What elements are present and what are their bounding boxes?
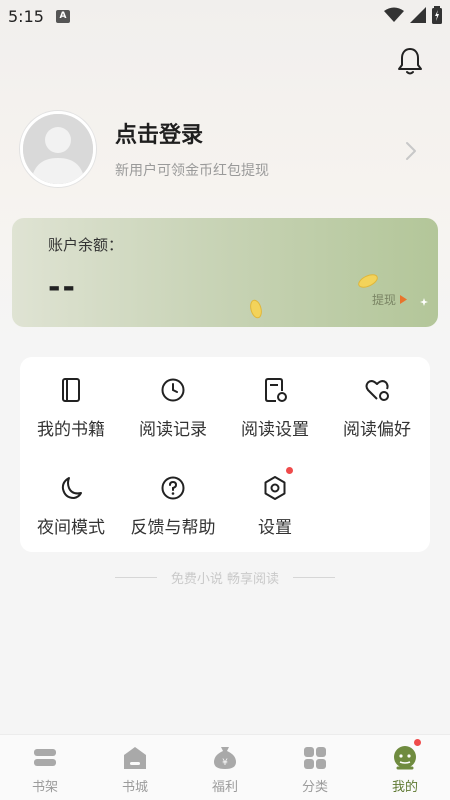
bell-icon [398,48,422,75]
status-icons [384,6,442,24]
reading-settings-icon [265,378,287,402]
hexagon-gear-icon [264,476,286,500]
login-subtitle[interactable]: 新用户可领金币红包提现 [115,160,269,180]
menu-label: 阅读设置 [241,420,309,440]
default-avatar-icon [23,114,93,184]
nav-label: 福利 [211,780,238,795]
help-icon [161,476,185,500]
status-time: 5:15 [8,6,44,26]
nav-label: 分类 [301,780,328,795]
balance-card: 账户余额： -- 提现 [12,218,438,327]
menu-label: 夜间模式 [37,518,105,538]
wifi-icon [384,7,404,22]
book-icon [62,378,80,402]
menu-label: 我的书籍 [37,420,105,440]
profile-face-icon [394,746,416,770]
balance-label: 账户余额： [48,236,124,254]
moon-icon [61,477,82,499]
menu-item-reading-settings[interactable]: 阅读设置 [224,357,326,440]
notification-dot [414,739,421,746]
menu-item-night-mode[interactable]: 夜间模式 [20,455,122,538]
signal-icon [410,7,426,23]
chevron-right-icon[interactable] [404,140,418,162]
nav-item-bookstore[interactable]: 书城 [90,735,180,800]
nav-item-bookshelf[interactable]: 书架 [0,735,90,800]
login-title[interactable]: 点击登录 [115,117,203,149]
slogan-text: 免费小说 畅享阅读 [170,572,280,587]
divider-line [114,577,157,578]
sparkle-icon [420,298,428,306]
withdraw-label: 提现 [372,293,397,307]
category-icon [304,747,326,769]
avatar[interactable] [20,111,96,187]
slogan: 免费小说 畅享阅读 [0,568,450,587]
notification-dot [286,467,293,474]
notification-bell-button[interactable] [396,46,424,76]
menu-label: 反馈与帮助 [130,518,216,538]
arrow-right-icon [400,295,408,304]
withdraw-link[interactable]: 提现 [372,291,408,308]
battery-icon [432,6,442,24]
svg-text:¥: ¥ [222,758,228,768]
nav-label: 我的 [391,780,418,795]
coin-icon [358,274,378,288]
bookstore-icon [124,747,146,769]
money-bag-icon: ¥ [214,747,236,769]
divider-line [293,577,336,578]
nav-label: 书架 [31,780,58,795]
menu-item-reading-history[interactable]: 阅读记录 [122,357,224,440]
nav-label: 书城 [121,780,148,795]
status-bar: 5:15 A [0,0,450,32]
menu-item-reading-preference[interactable]: 阅读偏好 [326,357,428,440]
clock-icon [161,378,185,402]
menu-label: 阅读记录 [139,420,207,440]
balance-value: -- [48,270,77,305]
menu-label: 阅读偏好 [343,420,411,440]
bookshelf-icon [34,749,56,766]
nav-item-category[interactable]: 分类 [270,735,360,800]
menu-item-feedback-help[interactable]: 反馈与帮助 [122,455,224,538]
menu-label: 设置 [258,518,292,538]
menu-card: 我的书籍 阅读记录 阅读设置 阅读偏好 夜间模式 反馈与帮助 设置 [20,357,430,552]
nav-item-mine[interactable]: 我的 [360,735,450,800]
menu-item-my-books[interactable]: 我的书籍 [20,357,122,440]
nav-item-welfare[interactable]: ¥ 福利 [180,735,270,800]
notification-badge: A [55,9,70,23]
heart-settings-icon [365,380,389,401]
coin-icon [250,299,262,319]
bottom-nav: 书架 书城 ¥ 福利 分类 我的 [0,734,450,800]
menu-item-settings[interactable]: 设置 [224,455,326,538]
